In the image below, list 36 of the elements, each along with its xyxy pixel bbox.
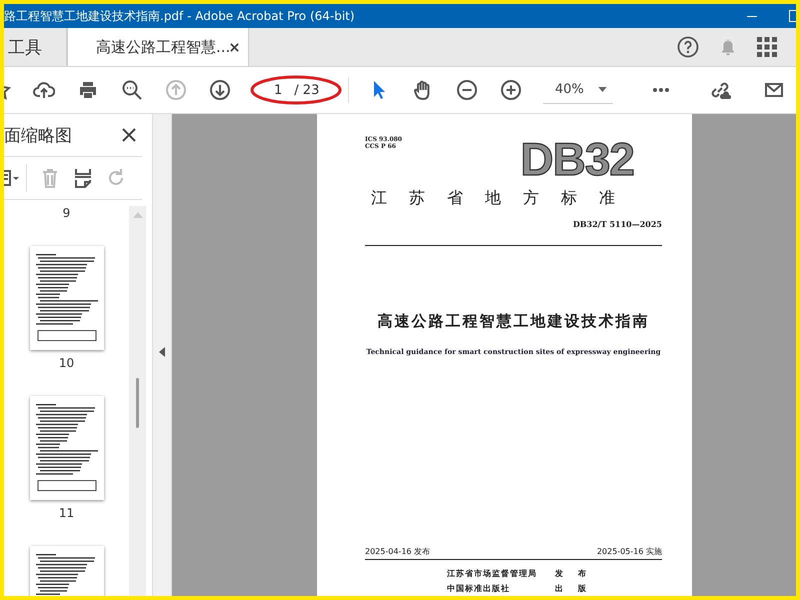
- page-thumbnail[interactable]: [30, 246, 104, 350]
- page-number-label: 10: [58, 356, 74, 370]
- document-title: 高速公路工程智慧工地建设技术指南: [376, 312, 650, 331]
- apps-grid-icon[interactable]: [757, 37, 777, 57]
- publisher-role: 发 布: [555, 568, 592, 580]
- zoom-in-icon[interactable]: [500, 79, 522, 101]
- help-icon[interactable]: [677, 36, 699, 58]
- maximize-icon[interactable]: [789, 10, 796, 22]
- page-count: / 23: [294, 82, 320, 98]
- zoom-out-icon[interactable]: [456, 79, 478, 101]
- effective-date: 2025-05-16 实施: [596, 546, 662, 557]
- page-number-field[interactable]: 1: [274, 82, 282, 98]
- panel-title: 面缩略图: [4, 124, 72, 146]
- scrollbar[interactable]: [129, 206, 146, 596]
- standard-category: 江苏省地方标准: [371, 188, 638, 209]
- page-number-label: 9: [62, 206, 70, 220]
- close-icon[interactable]: [230, 42, 240, 52]
- cloud-upload-icon[interactable]: [33, 79, 55, 101]
- page-thumbnail[interactable]: [30, 396, 104, 500]
- publisher-name: 江苏省市场监督管理局: [447, 568, 538, 580]
- search-icon[interactable]: [121, 79, 143, 101]
- scrollbar-thumb[interactable]: [136, 378, 139, 428]
- window-title: 路工程智慧工地建设技术指南.pdf - Adobe Acrobat Pro (64-bit): [4, 8, 356, 24]
- publisher-role: 出 版: [555, 583, 592, 595]
- close-icon[interactable]: [122, 128, 136, 142]
- standard-code: DB32: [520, 132, 634, 186]
- issue-date: 2025-04-16 发布: [365, 546, 430, 557]
- collapse-arrow-icon[interactable]: [159, 347, 165, 357]
- print-icon[interactable]: [77, 79, 99, 101]
- zoom-dropdown[interactable]: 40%: [543, 76, 613, 104]
- tab[interactable]: 高速公路工程智慧...: [67, 28, 249, 66]
- page-number-label: 11: [58, 506, 74, 520]
- publisher-name: 中国标准出版社: [447, 583, 511, 595]
- standard-number: DB32/T 5110—2025: [572, 219, 662, 229]
- caret-icon[interactable]: [598, 87, 607, 92]
- page-options-icon[interactable]: [4, 167, 20, 189]
